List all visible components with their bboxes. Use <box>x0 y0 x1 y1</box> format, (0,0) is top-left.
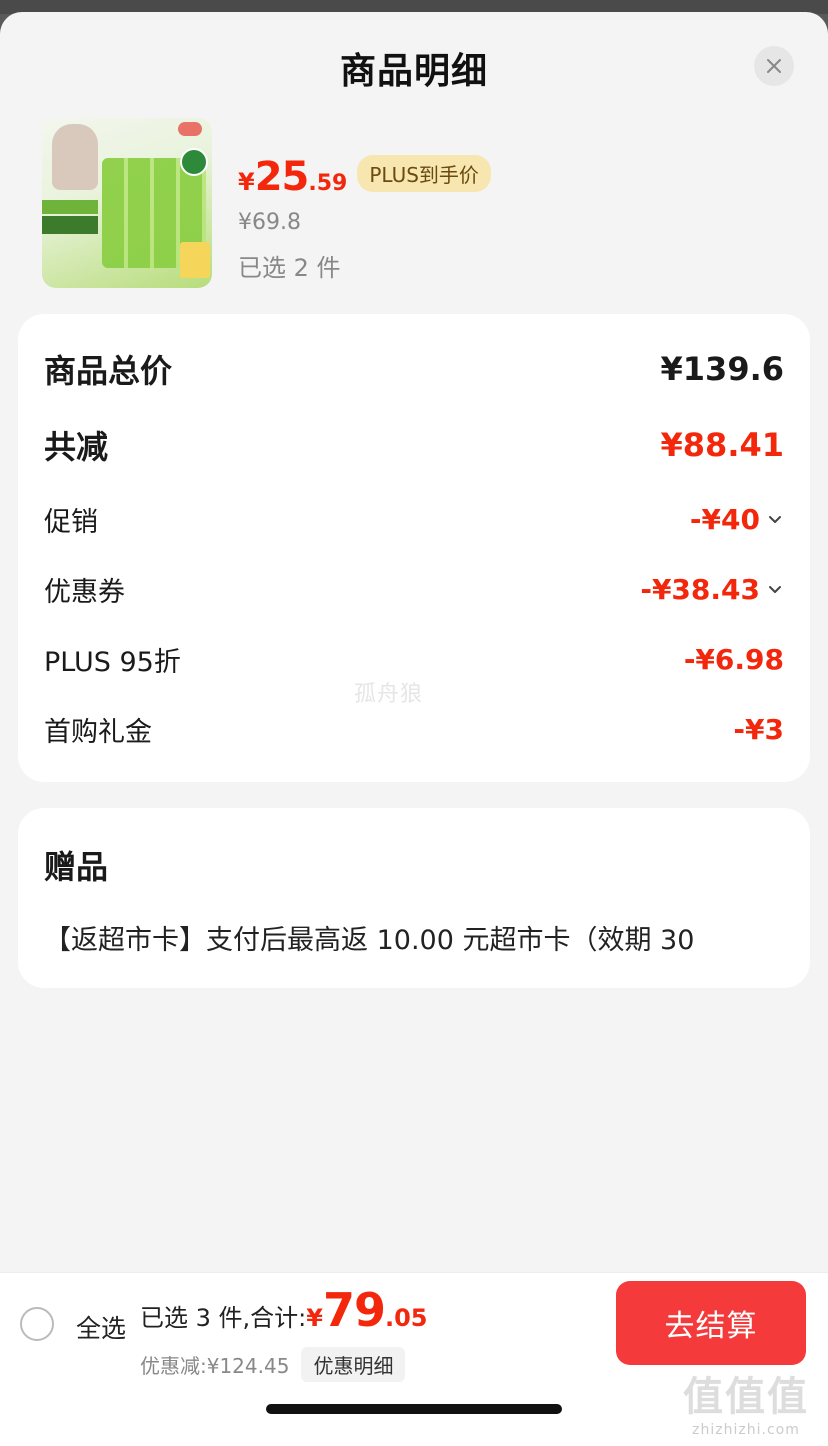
price-integer: 25 <box>254 154 310 200</box>
total-discount-value: ¥88.41 <box>660 426 784 464</box>
site-watermark: 值值值 zhizhizhi.com <box>676 1364 816 1438</box>
plus-discount-label: PLUS 95折 <box>44 647 181 678</box>
plus-price-tag: PLUS到手价 <box>357 154 491 192</box>
product-thumbnail-model <box>52 124 98 190</box>
site-watermark-mark: 值值值 <box>683 1374 809 1420</box>
brand-logo <box>178 122 202 136</box>
gift-title: 赠品 <box>44 848 109 886</box>
discount-summary: 优惠减:¥124.45 优惠明细 <box>140 1347 406 1382</box>
order-summary-text: 已选 3 件,合计: <box>140 1304 307 1332</box>
product-thumbnail-tag <box>42 200 98 214</box>
first-purchase-gift-label: 首购礼金 <box>44 717 152 748</box>
close-icon <box>767 59 781 73</box>
price-symbol: ¥ <box>238 168 255 196</box>
total-price-value: ¥139.6 <box>660 350 784 388</box>
coupon-value-group: -¥38.43 <box>640 573 784 606</box>
watermark-text: 孤舟狼 <box>354 682 424 707</box>
chevron-down-icon[interactable] <box>766 581 784 599</box>
order-total-symbol: ¥ <box>306 1304 323 1332</box>
product-detail-sheet: 商品明细 ¥ 25 .59 PLUS到手价 ¥69.8 已选 2 件 商品总价 … <box>0 12 828 1446</box>
gift-description: 【返超市卡】支付后最高返 10.00 元超市卡（效期 30 <box>44 925 695 956</box>
select-all-radio[interactable] <box>20 1307 54 1341</box>
coupon-value: -¥38.43 <box>640 573 760 606</box>
first-purchase-gift-row: 首购礼金 -¥3 <box>44 710 784 749</box>
product-thumbnail-badge <box>180 148 208 176</box>
order-total-integer: 79 <box>322 1283 386 1337</box>
site-watermark-domain: zhizhizhi.com <box>692 1422 800 1438</box>
total-discount-row: 共减 ¥88.41 <box>44 422 784 468</box>
product-thumbnail[interactable] <box>42 118 212 288</box>
product-summary: ¥ 25 .59 PLUS到手价 ¥69.8 已选 2 件 <box>42 118 802 290</box>
first-purchase-gift-value: -¥3 <box>733 713 784 746</box>
price-decimal: .59 <box>308 171 348 196</box>
price-breakdown-card: 商品总价 ¥139.6 共减 ¥88.41 促销 -¥40 优惠券 -¥38.4… <box>18 314 810 782</box>
plus-discount-row: PLUS 95折 -¥6.98 <box>44 640 784 679</box>
discount-detail-button[interactable]: 优惠明细 <box>301 1347 406 1382</box>
sheet-title: 商品明细 <box>339 51 488 92</box>
plus-discount-value: -¥6.98 <box>683 643 784 676</box>
total-price-label: 商品总价 <box>44 352 173 390</box>
order-total: 已选 3 件,合计: ¥ 79 .05 <box>140 1283 427 1337</box>
order-total-decimal: .05 <box>384 1304 428 1332</box>
plus-price: ¥ 25 .59 PLUS到手价 <box>238 154 491 200</box>
checkout-button[interactable]: 去结算 <box>616 1281 806 1365</box>
original-price: ¥69.8 <box>238 210 301 235</box>
discount-amount: 优惠减:¥124.45 <box>140 1354 290 1378</box>
chevron-down-icon[interactable] <box>766 511 784 529</box>
home-indicator <box>266 1404 562 1414</box>
coupon-row[interactable]: 优惠券 -¥38.43 <box>44 570 784 609</box>
total-price-row: 商品总价 ¥139.6 <box>44 346 784 392</box>
promotion-row[interactable]: 促销 -¥40 <box>44 500 784 539</box>
coupon-label: 优惠券 <box>44 577 125 608</box>
promotion-value: -¥40 <box>689 503 760 536</box>
close-button[interactable] <box>754 46 794 86</box>
select-all-label[interactable]: 全选 <box>76 1309 126 1345</box>
product-thumbnail-tag <box>42 216 98 234</box>
product-thumbnail-sticker <box>180 242 210 278</box>
total-discount-label: 共减 <box>44 428 109 466</box>
gift-card: 赠品 【返超市卡】支付后最高返 10.00 元超市卡（效期 30 <box>18 808 810 988</box>
selected-count: 已选 2 件 <box>238 254 341 282</box>
promotion-value-group: -¥40 <box>690 503 784 536</box>
promotion-label: 促销 <box>44 507 98 538</box>
